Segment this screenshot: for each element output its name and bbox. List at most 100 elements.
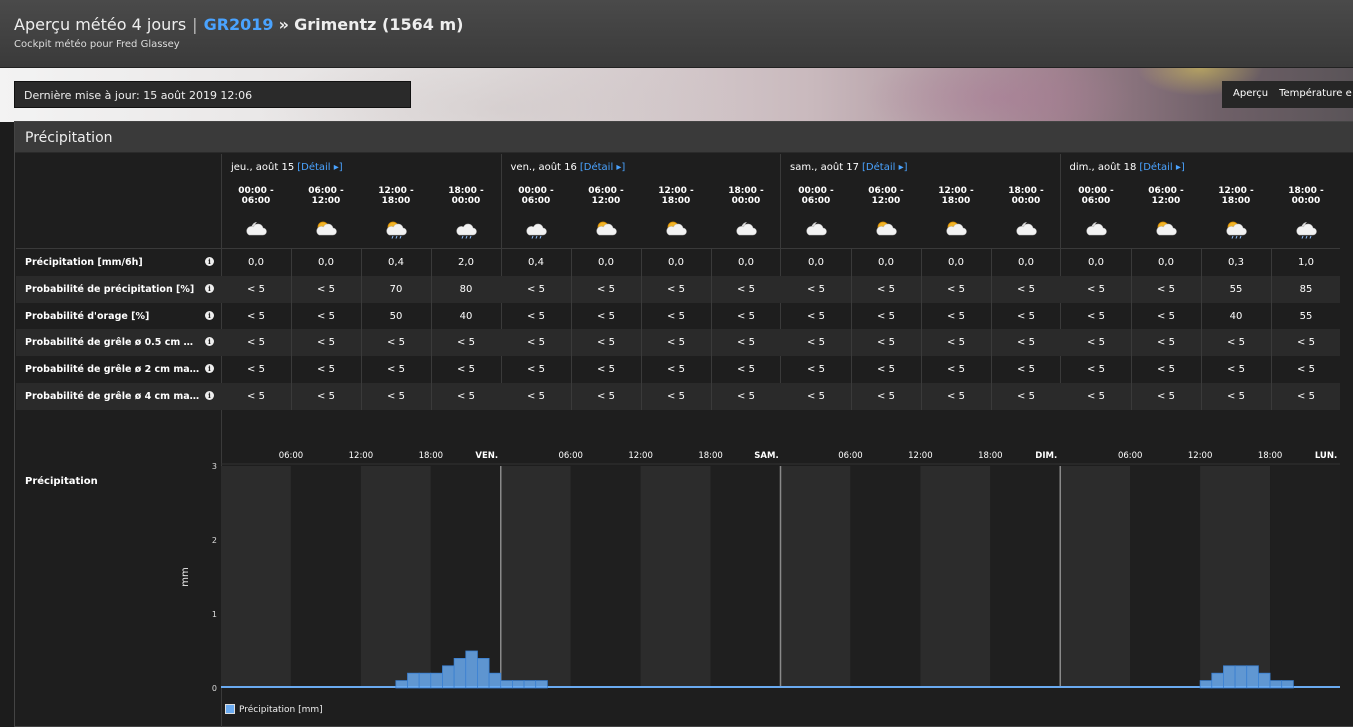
slot-start: 00:00 - (1078, 186, 1114, 196)
cell-divider (991, 303, 992, 330)
cell-divider (571, 383, 572, 410)
cell-divider (711, 249, 712, 276)
slot-start: 18:00 - (1008, 186, 1044, 196)
chart-band (640, 466, 711, 688)
x-tick-label: 06:00 (1118, 451, 1143, 461)
slot-end: 12:00 (311, 196, 341, 206)
table-cell: < 5 (1017, 391, 1035, 402)
chart-legend[interactable]: Précipitation [mm] (225, 704, 323, 715)
detail-link[interactable]: [Détail ▸] (297, 162, 342, 173)
time-slot-label: 18:00 -00:00 (991, 186, 1061, 206)
moon-cloud-rain-icon (1295, 220, 1317, 239)
precip-bar (430, 672, 443, 689)
table-cell: < 5 (737, 364, 755, 375)
slot-end: 00:00 (451, 196, 481, 206)
table-cell: < 5 (527, 284, 545, 295)
gr2019-link[interactable]: GR2019 (204, 15, 274, 34)
table-cell: < 5 (667, 311, 685, 322)
precip-bar (1258, 672, 1271, 689)
precip-bar (523, 680, 537, 689)
info-icon[interactable]: i (205, 284, 214, 293)
cloud-rain-icon (455, 220, 477, 239)
table-row: Précipitation [mm/6h] i 0,0 0,0 0,4 2,0 0,4 0,0… (16, 249, 1340, 276)
time-slot-label: 06:00 -12:00 (1131, 186, 1201, 206)
table-cell: < 5 (1227, 364, 1245, 375)
cell-divider (711, 329, 712, 356)
table-cell: < 5 (1297, 391, 1315, 402)
y-tick-label: 3 (212, 462, 217, 471)
tab-temperature[interactable]: Température e (1268, 81, 1352, 99)
info-icon[interactable]: i (205, 311, 214, 320)
legend-label: Précipitation [mm] (239, 705, 323, 715)
info-icon[interactable]: i (205, 257, 214, 266)
table-cell: < 5 (597, 391, 615, 402)
table-cell: < 5 (807, 337, 825, 348)
detail-link[interactable]: [Détail ▸] (862, 162, 907, 173)
time-slot-label: 00:00 -06:00 (781, 186, 851, 206)
title-arrow: » (278, 15, 289, 34)
panel-title: Précipitation (25, 130, 113, 146)
cell-divider (641, 329, 642, 356)
x-tick-label: 18:00 (1258, 451, 1283, 461)
moon-cloud-icon (1085, 220, 1107, 238)
slot-end: 18:00 (381, 196, 411, 206)
cell-divider (361, 249, 362, 276)
cell-divider (431, 249, 432, 276)
x-tick-label: 12:00 (349, 451, 374, 461)
day-label: jeu., août 15 (231, 162, 295, 173)
x-tick-label: LUN. (1315, 451, 1337, 461)
cell-divider (1271, 276, 1272, 303)
precip-bar (1234, 665, 1248, 689)
cell-divider (361, 276, 362, 303)
detail-link[interactable]: [Détail ▸] (580, 162, 625, 173)
cell-divider (991, 329, 992, 356)
slot-end: 00:00 (1291, 196, 1321, 206)
moon-cloud-icon (735, 220, 757, 238)
slot-start: 12:00 - (378, 186, 414, 196)
info-icon[interactable]: i (205, 364, 214, 373)
table-cell: < 5 (1227, 391, 1245, 402)
cell-divider (641, 303, 642, 330)
time-slot-label: 00:00 -06:00 (221, 186, 291, 206)
table-cell: 0,0 (318, 257, 334, 268)
cell-divider (1271, 356, 1272, 383)
table-cell: < 5 (947, 364, 965, 375)
table-cell: < 5 (737, 391, 755, 402)
x-tick-label: 06:00 (279, 451, 304, 461)
sun-cloud-rain-icon (1225, 220, 1247, 239)
slot-end: 06:00 (521, 196, 551, 206)
precip-bar (442, 665, 455, 689)
table-cell: < 5 (1087, 364, 1105, 375)
precip-bar (407, 672, 420, 689)
table-cell: 55 (1229, 284, 1243, 295)
table-cell: < 5 (317, 311, 335, 322)
table-cell: < 5 (247, 311, 265, 322)
table-cell: < 5 (1297, 364, 1315, 375)
cell-divider (361, 303, 362, 330)
cell-divider (851, 249, 852, 276)
detail-link[interactable]: [Détail ▸] (1139, 162, 1184, 173)
table-row: Probabilité de grêle ø 4 cm max. [%] i < 5… (16, 383, 1340, 410)
x-tick-label: 18:00 (978, 451, 1003, 461)
cell-divider (291, 329, 292, 356)
chart-band (710, 466, 781, 688)
table-cell: 1,0 (1298, 257, 1314, 268)
table-cell: < 5 (737, 337, 755, 348)
table-cell: < 5 (457, 391, 475, 402)
cell-divider (1201, 303, 1202, 330)
cell-divider (851, 329, 852, 356)
x-tick-label: SAM. (754, 451, 778, 461)
cell-divider (851, 276, 852, 303)
day-label: ven., août 16 (510, 162, 577, 173)
slot-start: 06:00 - (868, 186, 904, 196)
precip-bar (1246, 665, 1259, 689)
chart-band (780, 466, 851, 688)
info-icon[interactable]: i (205, 337, 214, 346)
table-cell: < 5 (1017, 364, 1035, 375)
tab-apercu[interactable]: Aperçu (1222, 81, 1268, 99)
cell-divider (1271, 383, 1272, 410)
info-icon[interactable]: i (205, 391, 214, 400)
table-cell: 0,0 (878, 257, 894, 268)
cell-divider (921, 329, 922, 356)
table-cell: 55 (1299, 311, 1313, 322)
